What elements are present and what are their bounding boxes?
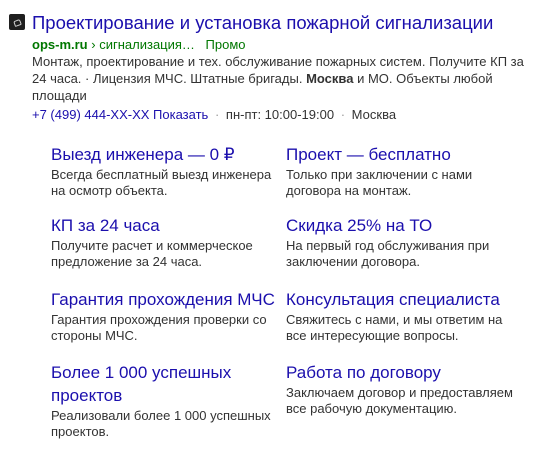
sitelink-engineer-visit: Выезд инженера — 0 ₽ Всегда бесплатный в… [51, 143, 287, 199]
sitelink-description: Реализовали более 1 000 успешных проекто… [51, 408, 271, 439]
ad-path-crumb-link[interactable]: сигнализация… [99, 37, 195, 52]
ad-title-link[interactable]: Проектирование и установка пожарной сигн… [32, 11, 493, 35]
sitelink-description: Гарантия прохождения проверки со стороны… [51, 312, 267, 343]
sitelink-contract-work: Работа по договору Заключаем договор и п… [286, 361, 522, 417]
sitelink-description: Свяжитесь с нами, и мы ответим на все ин… [286, 312, 503, 343]
sitelink-discount: Скидка 25% на ТО На первый год обслужива… [286, 214, 522, 270]
promo-badge: Промо [205, 37, 246, 52]
search-ad-result: Проектирование и установка пожарной сигн… [0, 0, 544, 463]
sitelink-successful-projects: Более 1 000 успешных проектов Реализовал… [51, 361, 287, 440]
contacts-separator: · [340, 107, 346, 122]
sitelink-title-link[interactable]: Выезд инженера — 0 ₽ [51, 143, 287, 166]
ad-description: Монтаж, проектирование и тех. обслуживан… [32, 53, 532, 104]
sitelink-description: Только при заключении с нами договора на… [286, 167, 473, 198]
ad-contacts: +7 (499) 444-ХХ-ХХ Показать · пн-пт: 10:… [32, 107, 396, 123]
phone-show-link[interactable]: +7 (499) 444-ХХ-ХХ Показать [32, 107, 208, 122]
sitelink-free-project: Проект — бесплатно Только при заключении… [286, 143, 522, 199]
site-favicon-icon [9, 14, 25, 30]
sitelink-title-link[interactable]: КП за 24 часа [51, 214, 287, 237]
sitelink-title-link[interactable]: Консультация специалиста [286, 288, 522, 311]
ad-domain-link[interactable]: ops-m.ru [32, 37, 88, 52]
sitelink-description: Всегда бесплатный выезд инженера на осмо… [51, 167, 272, 198]
sitelink-description: Получите расчет и коммерческое предложен… [51, 238, 253, 269]
sitelink-description: На первый год обслуживания при заключени… [286, 238, 490, 269]
sitelink-title-link[interactable]: Более 1 000 успешных проектов [51, 361, 287, 407]
ad-url-path: ops-m.ru › сигнализация… Промо [32, 37, 246, 53]
description-bold-region: Москва [306, 71, 354, 86]
sitelink-consultation: Консультация специалиста Свяжитесь с нам… [286, 288, 522, 344]
sitelink-title-link[interactable]: Скидка 25% на ТО [286, 214, 522, 237]
contact-city: Москва [351, 107, 397, 122]
sitelink-title-link[interactable]: Работа по договору [286, 361, 522, 384]
sitelink-title-link[interactable]: Гарантия прохождения МЧС [51, 288, 287, 311]
working-hours: пн-пт: 10:00-19:00 [225, 107, 335, 122]
sitelink-mchs-guarantee: Гарантия прохождения МЧС Гарантия прохож… [51, 288, 287, 344]
sitelink-title-link[interactable]: Проект — бесплатно [286, 143, 522, 166]
sitelink-description: Заключаем договор и предоставляем все ра… [286, 385, 513, 416]
favicon-glyph [13, 18, 22, 28]
path-separator: › [91, 37, 96, 52]
sitelink-kp-24h: КП за 24 часа Получите расчет и коммерче… [51, 214, 287, 270]
contacts-separator: · [214, 107, 220, 122]
